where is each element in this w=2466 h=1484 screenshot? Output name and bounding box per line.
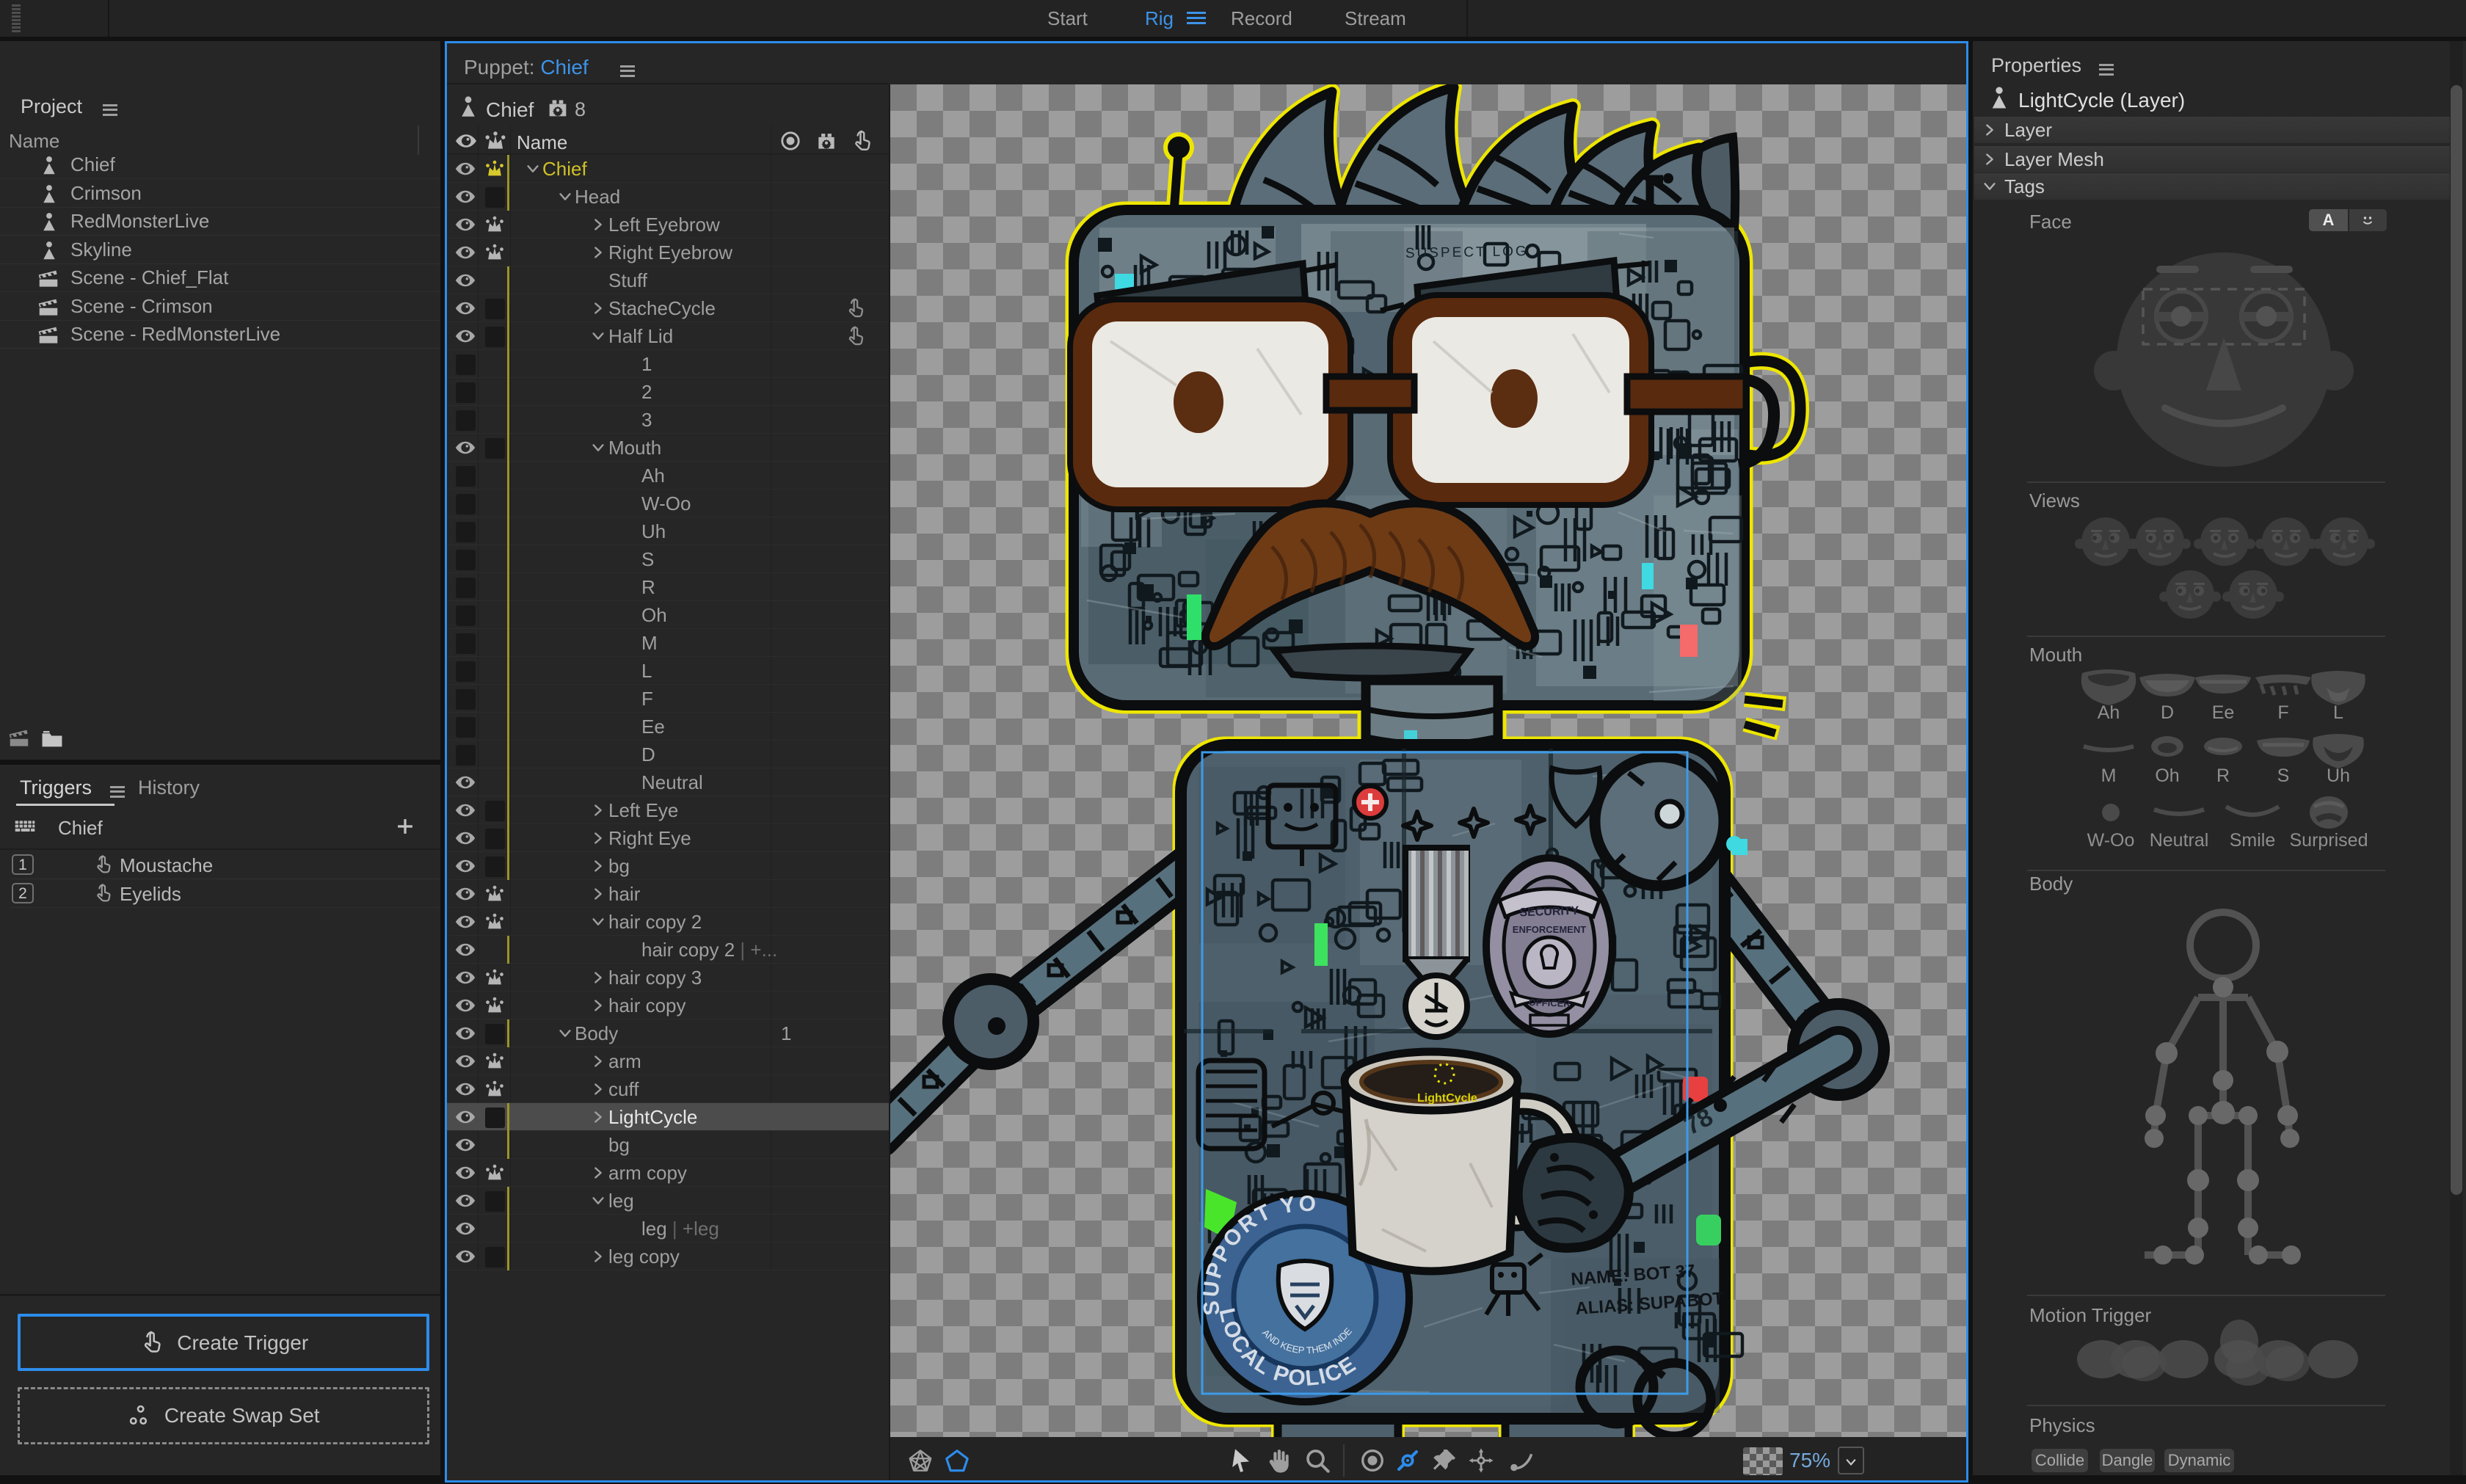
svg-text:Views: Views xyxy=(2029,490,2080,512)
svg-text:D: D xyxy=(2161,702,2174,723)
svg-text:LightCycle: LightCycle xyxy=(1417,1092,1477,1105)
svg-text:S: S xyxy=(2277,765,2290,786)
svg-text:Uh: Uh xyxy=(2327,765,2350,786)
svg-text:Physics: Physics xyxy=(2029,1414,2095,1436)
svg-text:SECURITY: SECURITY xyxy=(1519,905,1579,920)
svg-text:Ee: Ee xyxy=(2212,702,2235,723)
svg-text:Mouth: Mouth xyxy=(2029,644,2082,666)
svg-text:R: R xyxy=(2216,765,2230,786)
svg-text:Motion Trigger: Motion Trigger xyxy=(2029,1304,2152,1326)
svg-text:Surprised: Surprised xyxy=(2290,830,2368,851)
svg-text:ENFORCEMENT: ENFORCEMENT xyxy=(1513,924,1586,935)
svg-text:SUSPECT LOG: SUSPECT LOG xyxy=(1405,244,1529,261)
svg-text:Neutral: Neutral xyxy=(2150,830,2209,851)
svg-text:OFFICER: OFFICER xyxy=(1528,997,1571,1009)
svg-text:M: M xyxy=(2101,765,2117,786)
svg-text:Smile: Smile xyxy=(2230,830,2276,851)
svg-text:W-Oo: W-Oo xyxy=(2087,830,2135,851)
svg-text:L: L xyxy=(2333,702,2343,723)
svg-text:Body: Body xyxy=(2029,873,2073,895)
svg-text:F: F xyxy=(2277,702,2288,723)
svg-text:Ah: Ah xyxy=(2098,702,2120,723)
svg-text:Oh: Oh xyxy=(2155,765,2179,786)
